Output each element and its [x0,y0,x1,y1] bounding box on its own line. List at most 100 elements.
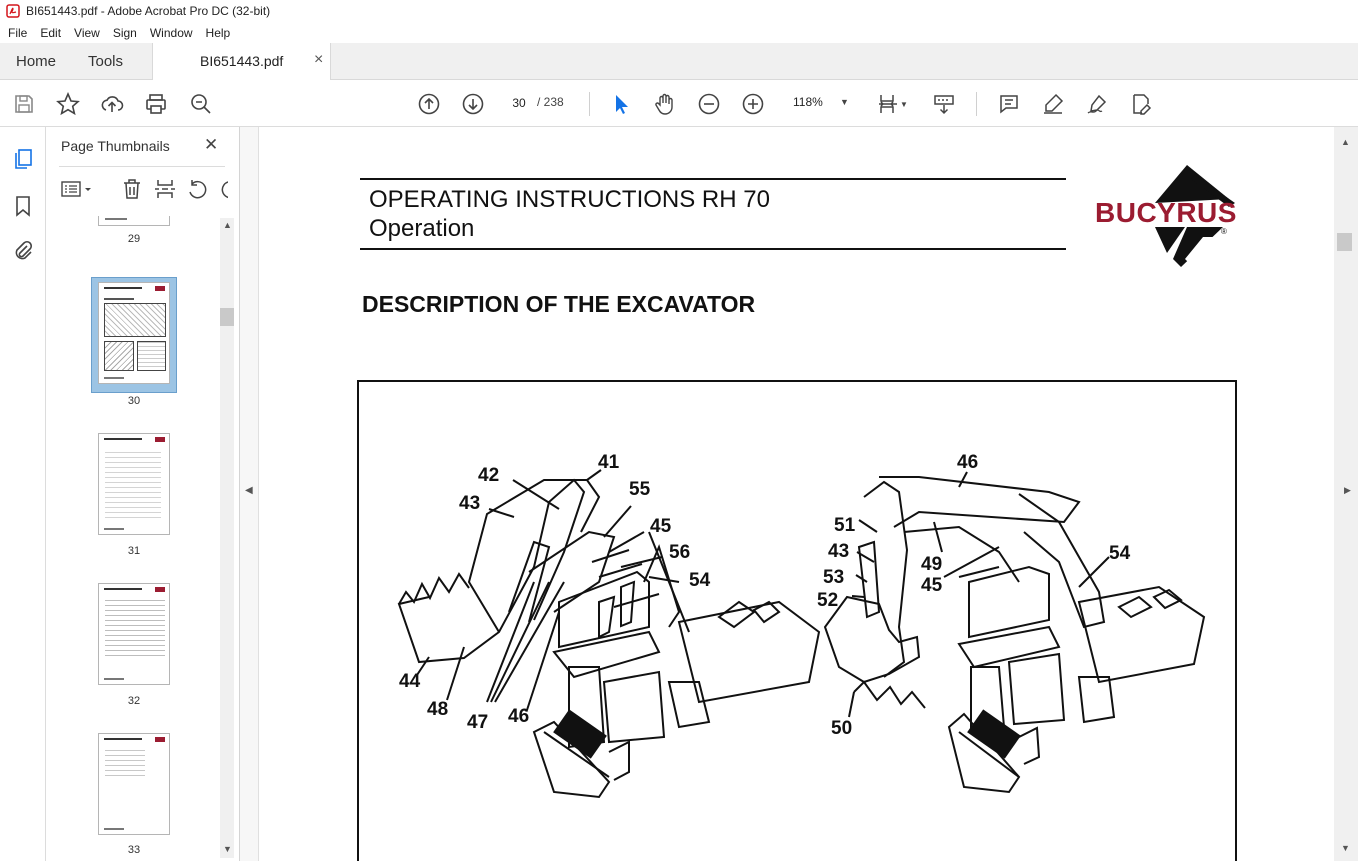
window-titlebar: BI651443.pdf - Adobe Acrobat Pro DC (32-… [0,0,1358,22]
thumbnail-options-button[interactable] [60,177,94,206]
callout-label: 52 [817,590,839,611]
edit-pdf-button[interactable] [1128,91,1154,117]
menu-file[interactable]: File [8,26,27,40]
upload-button[interactable] [99,91,125,117]
bookmarks-nav-button[interactable] [11,194,35,223]
zoom-in-button[interactable] [740,91,766,117]
tab-bar: Home Tools BI651443.pdf × [0,43,1358,80]
tab-document-label: BI651443.pdf [200,53,284,69]
document-scrollbar[interactable]: ▲ ▶ ▼ [1334,127,1358,861]
zoom-level-select[interactable]: 118% ▼ [785,90,855,115]
thumbnail-text [104,528,124,530]
section-heading: DESCRIPTION OF THE EXCAVATOR [362,291,756,317]
next-page-button[interactable] [460,91,486,117]
callout-label: 42 [478,465,500,486]
scroll-up-icon[interactable]: ▲ [223,220,232,230]
scrollbar-thumb[interactable] [1337,233,1352,251]
expand-right-pane-icon[interactable]: ▶ [1344,485,1351,496]
menu-edit[interactable]: Edit [40,26,61,40]
main-toolbar [0,80,1358,127]
prev-page-button[interactable] [416,91,442,117]
callout-label: 47 [467,712,489,733]
callout-label: 49 [921,554,943,575]
header-rule [360,178,1066,180]
page-number-input[interactable]: 30 [504,90,534,115]
attachments-nav-button[interactable] [11,239,35,268]
thumbnail-text [104,377,124,379]
scroll-mode-button[interactable] [931,91,957,117]
thumbnails-scrollbar[interactable]: ▲ ▼ [220,218,234,858]
tab-close-button[interactable]: × [314,51,323,69]
rotate-pages-button[interactable] [186,177,210,206]
panel-divider [59,166,225,167]
page-thumbnail[interactable] [98,583,170,685]
select-tool-button[interactable] [608,91,634,117]
excavator-figure: 41 42 43 55 45 56 54 44 48 47 46 46 51 4… [357,380,1237,861]
rotate-clockwise-button[interactable] [218,177,228,206]
thumbnail-figure [137,341,166,371]
callout-label: 44 [399,671,421,692]
collapse-panel-icon[interactable]: ◀ [245,485,253,496]
thumbnail-text [105,218,127,220]
panel-collapse-strip[interactable]: ◀ [240,127,259,861]
hand-tool-button[interactable] [652,91,678,117]
scroll-down-icon[interactable]: ▼ [1341,843,1350,853]
print-button[interactable] [143,91,169,117]
scrollbar-thumb[interactable] [220,308,234,326]
zoom-out-button[interactable] [696,91,722,117]
callout-label: 43 [459,493,481,514]
thumbnail-logo [155,737,165,742]
tab-tools[interactable]: Tools [88,43,123,80]
chevron-down-icon: ▼ [900,99,908,109]
tab-document[interactable]: BI651443.pdf × [152,43,331,80]
star-icon [56,92,80,116]
callout-label: 55 [629,479,651,500]
excavator-illustration [397,469,1206,799]
upload-icon [101,96,124,112]
thumbnail-text [104,588,142,590]
rotate-icon [189,180,207,199]
save-button[interactable] [11,91,37,117]
thumbnail-label: 29 [127,233,141,245]
comment-button[interactable] [996,91,1022,117]
zoom-level-value: 118% [793,95,823,109]
zoom-out-icon [698,93,720,115]
scroll-down-icon[interactable]: ▼ [223,844,232,854]
registered-mark: ® [1221,227,1227,236]
delete-pages-button[interactable] [120,177,144,206]
page-thumbnail[interactable] [98,733,170,835]
tab-home[interactable]: Home [16,43,56,80]
callout-label: 43 [828,541,850,562]
page-thumbnail[interactable] [98,216,170,226]
sign-button[interactable] [1084,91,1110,117]
menu-sign[interactable]: Sign [113,26,137,40]
page-thumbnails-panel: Page Thumbnails ✕ 29 30 31 32 33 ▲ ▼ [46,127,240,861]
document-viewer[interactable]: OPERATING INSTRUCTIONS RH 70 Operation B… [259,127,1334,861]
thumbnail-label: 32 [127,695,141,707]
highlight-icon [1044,93,1064,114]
panel-title: Page Thumbnails [61,138,170,154]
extract-pages-button[interactable] [153,177,177,206]
page-thumbnail[interactable] [98,433,170,535]
menu-help[interactable]: Help [206,26,231,40]
thumbnail-text [104,828,124,830]
highlight-button[interactable] [1040,91,1066,117]
callout-label: 54 [1109,543,1131,564]
thumbnail-logo [155,587,165,592]
fit-page-icon [879,95,898,113]
thumbnail-label: 30 [127,395,141,407]
panel-close-button[interactable]: ✕ [204,135,218,155]
next-page-icon [462,93,484,115]
callout-label: 56 [669,542,691,563]
menu-window[interactable]: Window [150,26,193,40]
menu-view[interactable]: View [74,26,100,40]
scroll-up-icon[interactable]: ▲ [1341,137,1350,147]
paperclip-icon [15,240,33,260]
page-thumbnails-nav-button[interactable] [11,147,35,176]
find-button[interactable] [188,91,214,117]
trash-icon [124,179,140,199]
window-title: BI651443.pdf - Adobe Acrobat Pro DC (32-… [26,4,271,18]
bookmark-star-button[interactable] [55,91,81,117]
page-thumbnail-selected[interactable] [98,282,170,384]
fit-page-button[interactable]: ▼ [874,91,910,117]
